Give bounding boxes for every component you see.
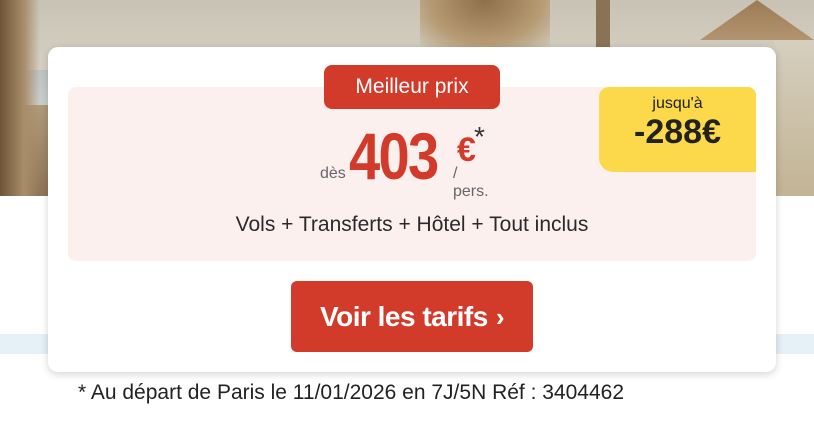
chevron-right-icon: › [495, 302, 505, 332]
price-asterisk: * [474, 121, 485, 152]
discount-value: -288€ [634, 113, 721, 151]
hero-right-strip [774, 40, 814, 196]
see-prices-label: Voir les tarifs [320, 301, 488, 332]
hero-palm-left [0, 0, 40, 196]
hero-palm-center [420, 0, 550, 50]
see-prices-button[interactable]: Voir les tarifs › [291, 281, 533, 352]
offer-card: Meilleur prix jusqu'à -288€ dès 403 € * … [48, 47, 776, 372]
discount-tag: jusqu'à -288€ [599, 87, 756, 172]
price-suffix: / pers. [453, 165, 489, 200]
package-label: Vols + Transferts + Hôtel + Tout inclus [235, 213, 589, 236]
hero-umbrella [700, 0, 814, 40]
discount-prefix: jusqu'à [652, 95, 703, 112]
price-prefix: dès [320, 165, 346, 182]
best-price-badge: Meilleur prix [324, 65, 500, 109]
departure-footnote: * Au départ de Paris le 11/01/2026 en 7J… [78, 381, 624, 404]
price-amount: 403 [349, 119, 439, 193]
